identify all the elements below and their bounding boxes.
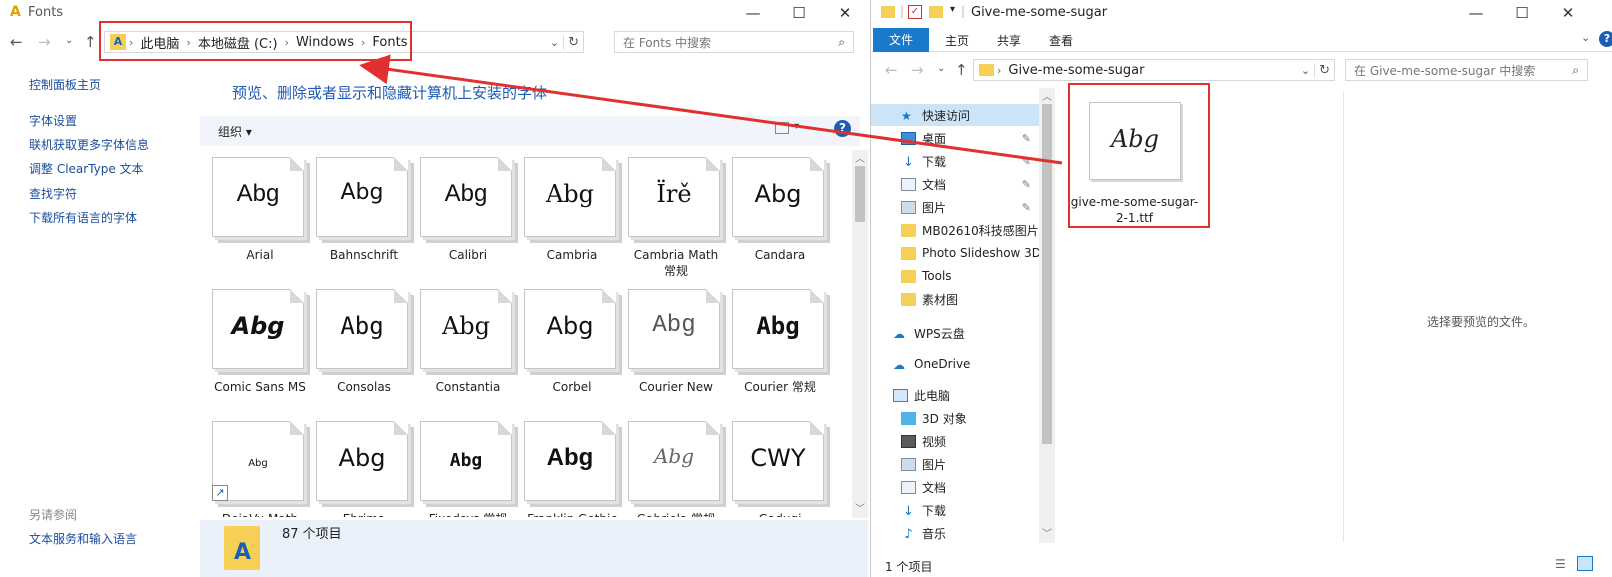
annotation-arrow	[359, 54, 1063, 165]
